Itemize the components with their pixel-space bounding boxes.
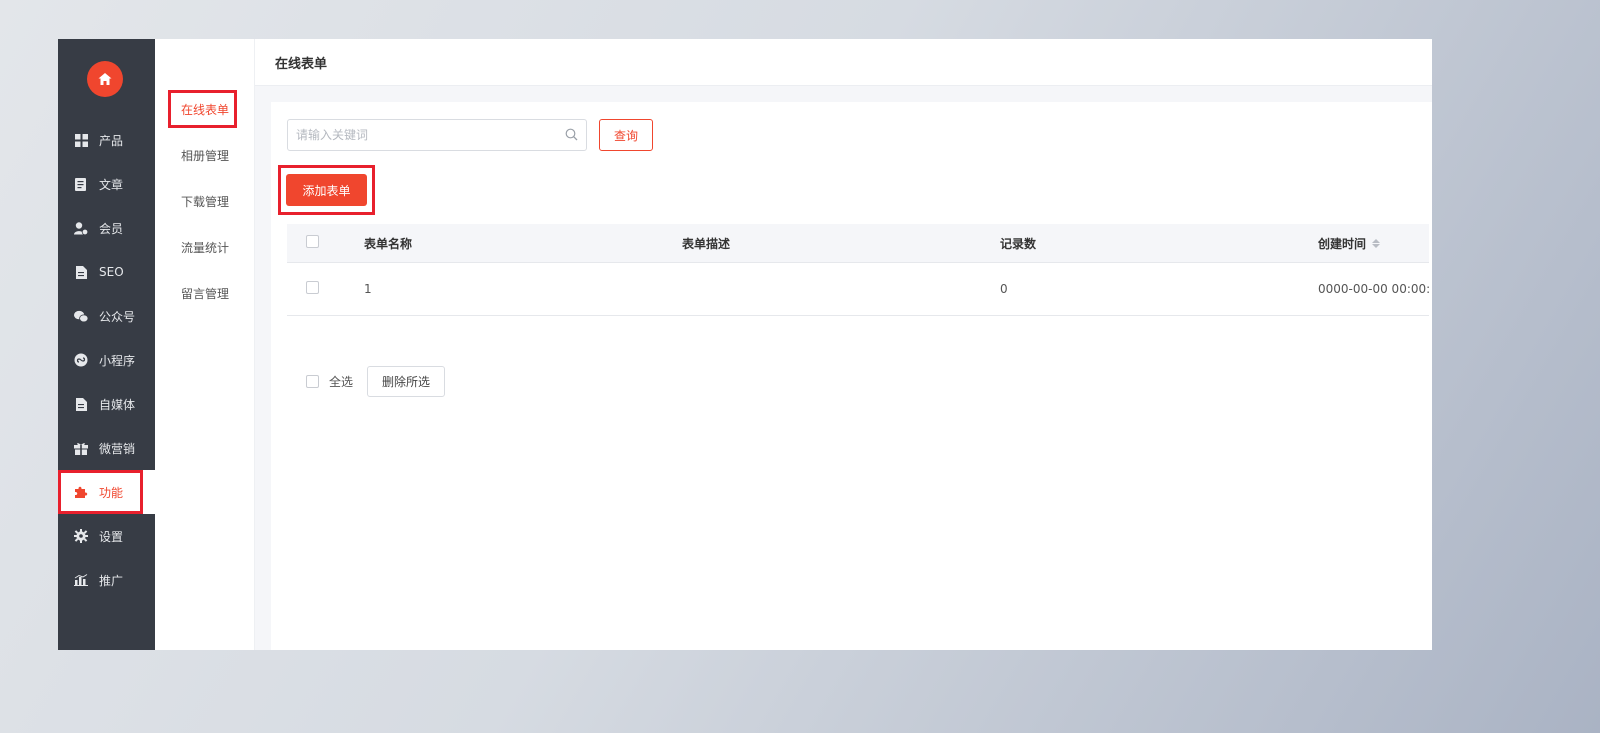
sidebar-item-wechat[interactable]: 公众号 bbox=[58, 294, 155, 338]
add-form-highlight: 添加表单 bbox=[278, 165, 375, 215]
row-checkbox[interactable] bbox=[306, 281, 319, 294]
sidebar-item-media[interactable]: 自媒体 bbox=[58, 382, 155, 426]
media-icon bbox=[74, 397, 88, 411]
sidebar-item-label: 小程序 bbox=[99, 353, 136, 368]
sidebar-item-label: 微营销 bbox=[99, 441, 136, 456]
chart-icon bbox=[74, 573, 88, 587]
cell-name: 1 bbox=[364, 282, 372, 296]
subnav-item-label: 留言管理 bbox=[181, 286, 230, 301]
gear-icon bbox=[74, 529, 88, 543]
sub-navigation: 在线表单 相册管理 下载管理 流量统计 留言管理 bbox=[155, 39, 255, 650]
delete-selected-button[interactable]: 删除所选 bbox=[367, 366, 446, 397]
sidebar-item-label: 公众号 bbox=[99, 309, 136, 324]
member-icon bbox=[74, 221, 88, 235]
main-area: 在线表单 查询 添加表单 表单名称 bbox=[255, 39, 1432, 650]
sidebar-item-label: 产品 bbox=[99, 133, 124, 148]
bulk-actions: 全选 删除所选 bbox=[306, 366, 446, 397]
sidebar-nav: 产品 文章 会员 SEO 公众号 小程序 自媒体 微营销 功能 设置 推广 bbox=[58, 118, 155, 602]
column-header-created[interactable]: 创建时间 bbox=[1318, 235, 1429, 252]
subnav-item-message[interactable]: 留言管理 bbox=[155, 270, 254, 316]
sub-navigation-list: 在线表单 相册管理 下载管理 流量统计 留言管理 bbox=[155, 86, 254, 316]
sidebar-item-label: 文章 bbox=[99, 177, 124, 192]
search-row: 查询 bbox=[287, 119, 654, 151]
miniprogram-icon bbox=[74, 353, 88, 367]
subnav-item-label: 下载管理 bbox=[181, 194, 230, 209]
column-header-description: 表单描述 bbox=[682, 236, 731, 251]
sidebar: 产品 文章 会员 SEO 公众号 小程序 自媒体 微营销 功能 设置 推广 bbox=[58, 39, 155, 650]
subnav-item-download[interactable]: 下载管理 bbox=[155, 178, 254, 224]
sidebar-item-function[interactable]: 功能 bbox=[58, 470, 155, 514]
app-window: 产品 文章 会员 SEO 公众号 小程序 自媒体 微营销 功能 设置 推广 在线… bbox=[58, 39, 1432, 650]
sidebar-item-member[interactable]: 会员 bbox=[58, 206, 155, 250]
gift-icon bbox=[74, 441, 88, 455]
table-header: 表单名称 表单描述 记录数 创建时间 bbox=[287, 224, 1429, 263]
page-title: 在线表单 bbox=[255, 39, 1432, 86]
document-icon bbox=[74, 177, 88, 191]
subnav-item-label: 相册管理 bbox=[181, 148, 230, 163]
table-row: 1 0 0000-00-00 00:00:00 bbox=[287, 263, 1429, 316]
add-form-button[interactable]: 添加表单 bbox=[286, 174, 367, 206]
forms-table: 表单名称 表单描述 记录数 创建时间 1 0 0000-00-00 00:00 bbox=[287, 224, 1429, 316]
sidebar-item-label: 推广 bbox=[99, 573, 124, 588]
sidebar-item-label: 自媒体 bbox=[99, 397, 136, 412]
wechat-icon bbox=[74, 309, 88, 323]
sidebar-item-label: SEO bbox=[99, 265, 124, 279]
query-button[interactable]: 查询 bbox=[599, 119, 654, 151]
column-header-created-label: 创建时间 bbox=[1318, 236, 1367, 251]
search-input[interactable] bbox=[296, 128, 565, 142]
sidebar-item-product[interactable]: 产品 bbox=[58, 118, 155, 162]
sidebar-item-settings[interactable]: 设置 bbox=[58, 514, 155, 558]
content-panel: 查询 添加表单 表单名称 表单描述 记录数 创建时间 bbox=[271, 102, 1432, 650]
row-checkbox-cell bbox=[287, 281, 364, 297]
subnav-item-traffic[interactable]: 流量统计 bbox=[155, 224, 254, 270]
search-box bbox=[287, 119, 587, 151]
select-all-checkbox[interactable] bbox=[306, 375, 319, 388]
search-icon[interactable] bbox=[565, 126, 578, 145]
header-checkbox[interactable] bbox=[306, 235, 319, 248]
home-logo-button[interactable] bbox=[87, 61, 123, 97]
subnav-item-label: 在线表单 bbox=[181, 102, 230, 117]
column-header-count: 记录数 bbox=[1000, 236, 1037, 251]
sidebar-item-article[interactable]: 文章 bbox=[58, 162, 155, 206]
sidebar-item-promotion[interactable]: 推广 bbox=[58, 558, 155, 602]
sidebar-item-seo[interactable]: SEO bbox=[58, 250, 155, 294]
subnav-item-album[interactable]: 相册管理 bbox=[155, 132, 254, 178]
subnav-item-online-form[interactable]: 在线表单 bbox=[155, 86, 254, 132]
puzzle-icon bbox=[74, 485, 88, 499]
sort-icon[interactable] bbox=[1372, 238, 1381, 248]
subnav-item-label: 流量统计 bbox=[181, 240, 230, 255]
sidebar-item-label: 会员 bbox=[99, 221, 124, 236]
sidebar-item-miniprogram[interactable]: 小程序 bbox=[58, 338, 155, 382]
sidebar-item-label: 设置 bbox=[99, 529, 124, 544]
column-header-name: 表单名称 bbox=[364, 236, 413, 251]
grid-icon bbox=[74, 133, 88, 147]
sidebar-item-label: 功能 bbox=[99, 485, 124, 500]
sidebar-item-marketing[interactable]: 微营销 bbox=[58, 426, 155, 470]
select-all-label[interactable]: 全选 bbox=[329, 373, 353, 390]
cell-created: 0000-00-00 00:00:00 bbox=[1318, 282, 1429, 296]
home-icon bbox=[98, 73, 112, 85]
header-checkbox-cell bbox=[287, 235, 364, 251]
file-icon bbox=[74, 265, 88, 279]
cell-count: 0 bbox=[1000, 282, 1008, 296]
